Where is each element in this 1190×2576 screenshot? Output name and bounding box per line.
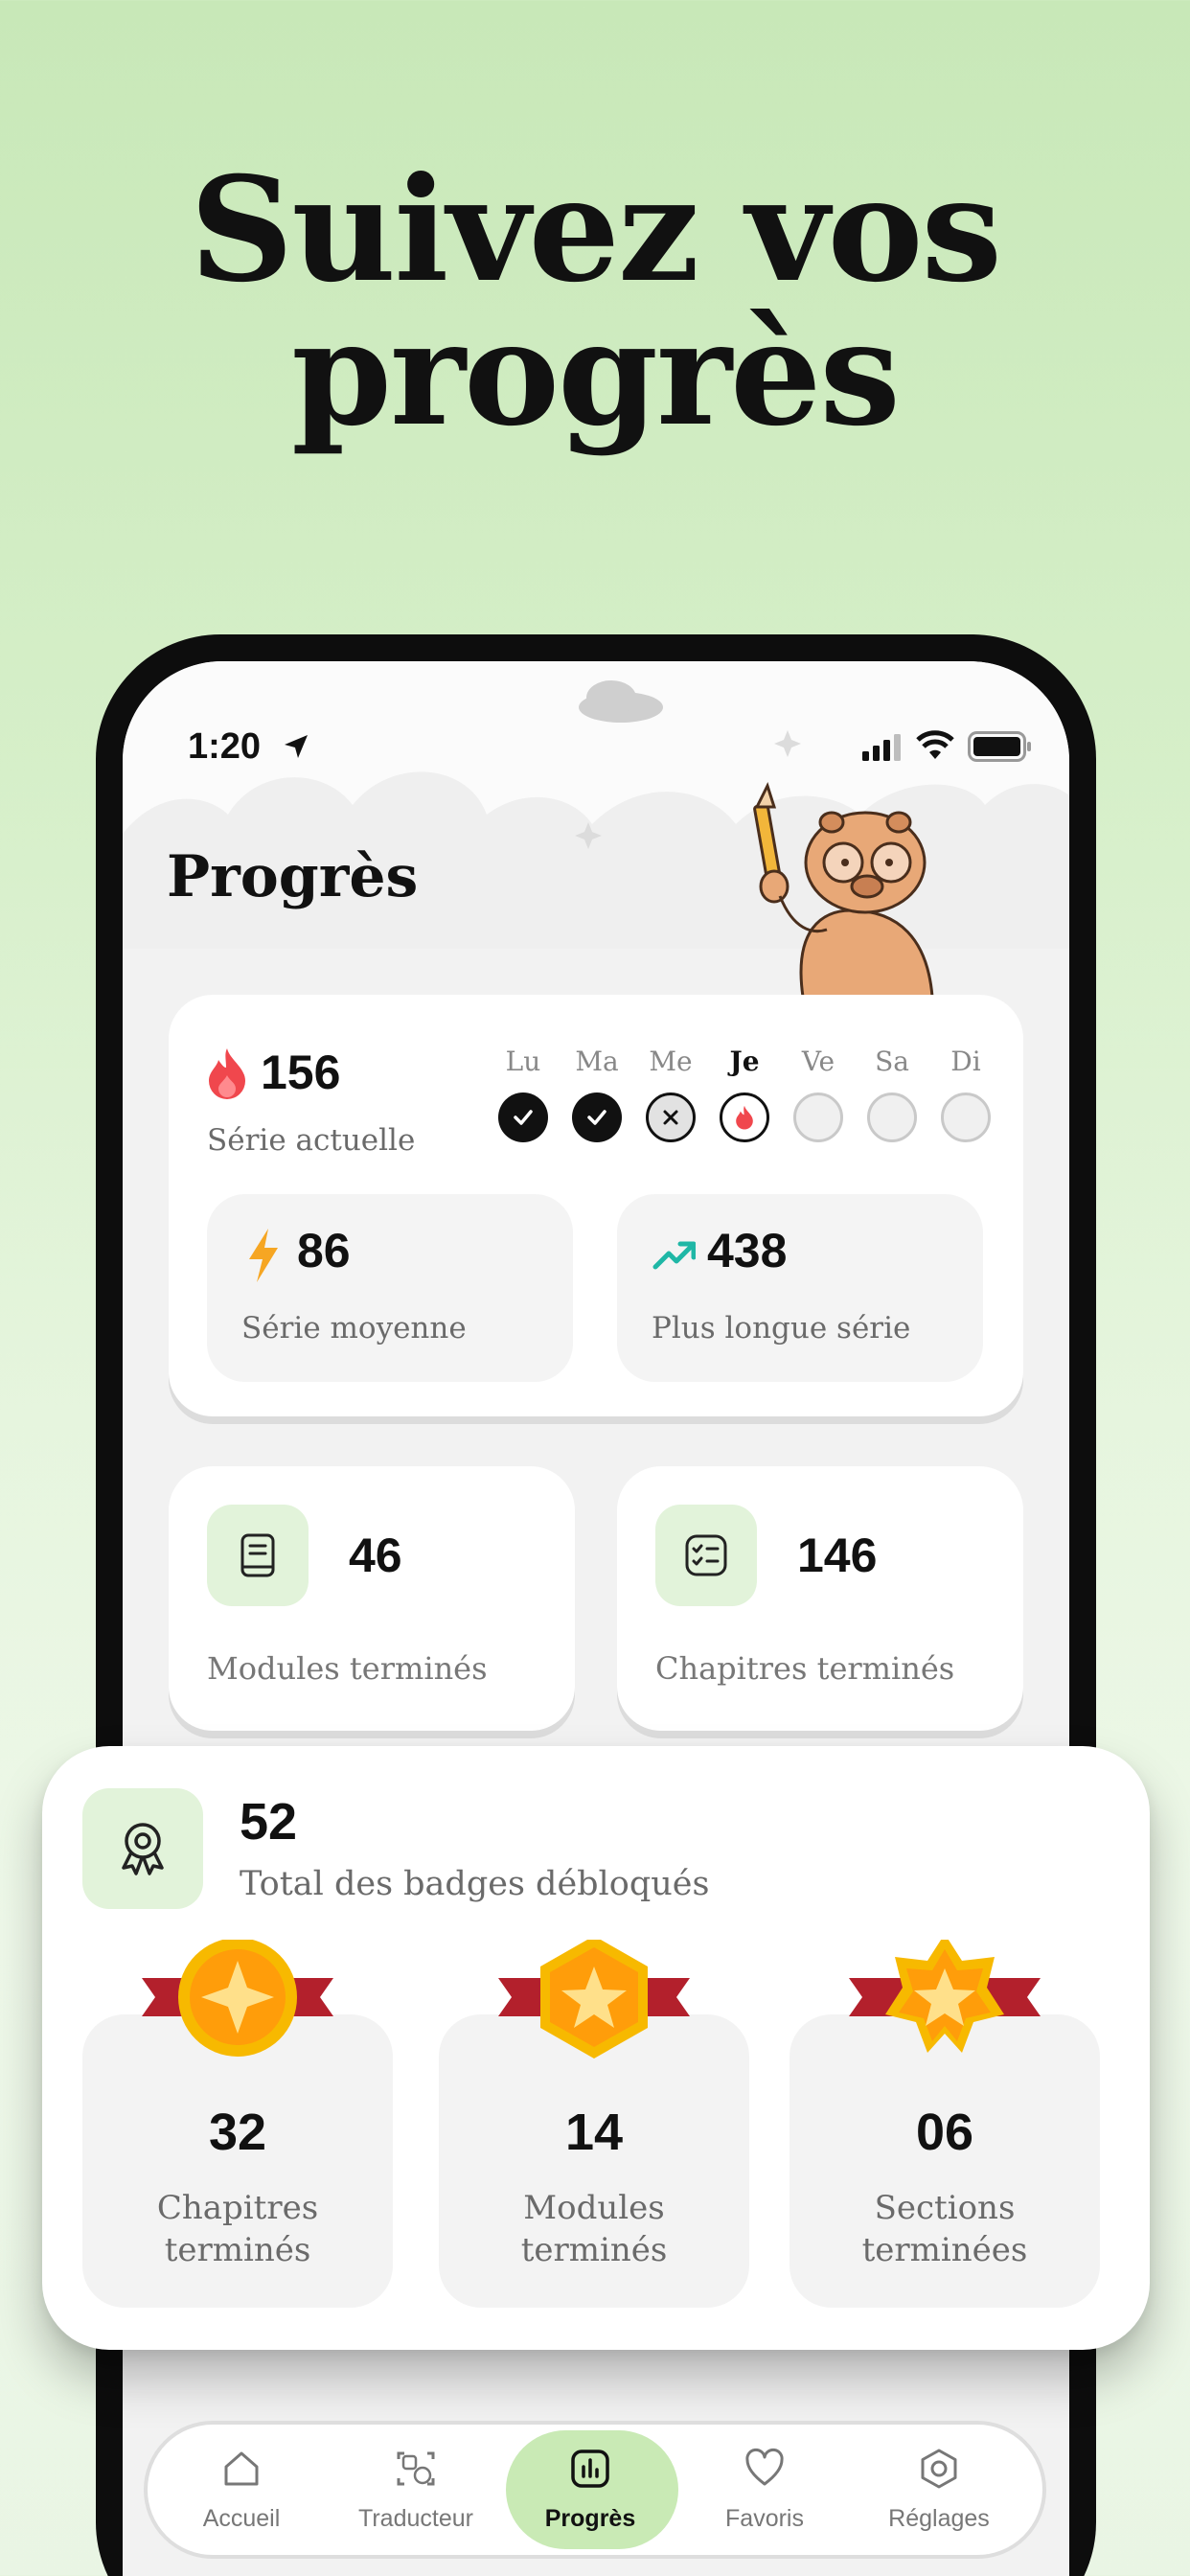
longest-streak-label: Plus longue série bbox=[652, 1311, 911, 1346]
day-complete-indicator bbox=[498, 1092, 548, 1142]
longest-streak-panel: 438 Plus longue série bbox=[617, 1194, 983, 1382]
current-streak-value: 156 bbox=[261, 1046, 341, 1099]
x-icon bbox=[663, 1110, 678, 1125]
page-title: Progrès bbox=[167, 843, 419, 910]
day-complete-indicator bbox=[572, 1092, 622, 1142]
badge-sections[interactable]: 06 Sections terminées bbox=[790, 1940, 1100, 2308]
modules-completed-card[interactable]: 46 Modules terminés bbox=[169, 1466, 575, 1731]
day-thursday: Je bbox=[716, 1043, 773, 1142]
checklist-icon bbox=[685, 1534, 727, 1576]
tab-home[interactable]: Accueil bbox=[155, 2425, 328, 2555]
day-friday: Ve bbox=[790, 1043, 847, 1142]
flame-icon bbox=[736, 1105, 753, 1130]
badges-total-value: 52 bbox=[240, 1793, 298, 1851]
tab-label: Réglages bbox=[888, 2505, 990, 2532]
modules-completed-value: 46 bbox=[349, 1529, 402, 1582]
capybara-mascot-illustration bbox=[753, 782, 934, 997]
chapters-completed-value: 146 bbox=[797, 1529, 878, 1582]
tab-label: Traducteur bbox=[358, 2505, 473, 2532]
badge-chapters-label: Chapitres terminés bbox=[82, 2187, 393, 2271]
badge-label-line-2: terminés bbox=[520, 2231, 668, 2269]
current-streak-label: Série actuelle bbox=[207, 1123, 416, 1158]
check-icon bbox=[514, 1110, 533, 1125]
day-label: Lu bbox=[505, 1046, 541, 1077]
settings-icon bbox=[921, 2449, 957, 2489]
trending-up-icon bbox=[652, 1241, 696, 1270]
day-label: Me bbox=[649, 1046, 693, 1077]
chart-icon bbox=[571, 2450, 609, 2488]
translate-icon bbox=[397, 2451, 435, 2486]
average-streak-label: Série moyenne bbox=[241, 1311, 467, 1346]
badge-label-line-1: Modules bbox=[523, 2189, 665, 2227]
tab-label: Accueil bbox=[202, 2505, 281, 2532]
day-wednesday: Me bbox=[642, 1043, 699, 1142]
badge-chapters[interactable]: 32 Chapitres terminés bbox=[82, 1940, 393, 2308]
location-arrow-icon bbox=[285, 735, 308, 758]
tab-settings[interactable]: Réglages bbox=[853, 2425, 1025, 2555]
heart-icon bbox=[745, 2448, 784, 2486]
day-saturday: Sa bbox=[863, 1043, 921, 1142]
badges-total-label: Total des badges débloqués bbox=[240, 1865, 710, 1903]
battery-icon bbox=[968, 731, 1031, 762]
cellular-signal-icon bbox=[862, 734, 901, 761]
chapters-completed-label: Chapitres terminés bbox=[655, 1650, 955, 1687]
day-label: Sa bbox=[875, 1046, 909, 1077]
headline: Suivez vos progrès bbox=[0, 158, 1190, 446]
day-label: Ma bbox=[575, 1046, 619, 1077]
headline-line-1: Suivez vos bbox=[189, 146, 1002, 314]
longest-streak-value: 438 bbox=[707, 1224, 788, 1277]
weekly-calendar: Lu Ma Me Je Ve Sa Di bbox=[494, 1043, 1012, 1158]
award-ribbon-icon bbox=[122, 1823, 164, 1875]
streak-card: 156 Série actuelle Lu Ma Me Je Ve Sa Di … bbox=[169, 995, 1023, 1416]
badge-sections-value: 06 bbox=[915, 2104, 974, 2161]
badge-label-line-2: terminés bbox=[164, 2231, 311, 2269]
modules-icon-tile bbox=[207, 1505, 309, 1606]
flame-icon bbox=[209, 1048, 245, 1099]
tab-progress[interactable]: Progrès bbox=[504, 2425, 678, 2555]
badges-icon-tile bbox=[82, 1788, 203, 1909]
chapters-icon-tile bbox=[655, 1505, 757, 1606]
badge-modules-value: 14 bbox=[564, 2104, 624, 2161]
badge-modules-label: Modules terminés bbox=[439, 2187, 749, 2271]
modules-completed-label: Modules terminés bbox=[207, 1650, 488, 1687]
book-icon bbox=[240, 1533, 275, 1577]
tab-favorites[interactable]: Favoris bbox=[678, 2425, 851, 2555]
wifi-icon bbox=[916, 730, 954, 759]
check-icon bbox=[587, 1110, 606, 1125]
gold-medal-icon bbox=[142, 1940, 333, 2057]
average-streak-value: 86 bbox=[297, 1224, 351, 1277]
day-empty-indicator bbox=[867, 1092, 917, 1142]
badge-chapters-value: 32 bbox=[208, 2104, 267, 2161]
day-missed-indicator bbox=[646, 1092, 696, 1142]
badge-label-line-1: Chapitres bbox=[156, 2189, 319, 2227]
day-monday: Lu bbox=[494, 1043, 552, 1142]
day-empty-indicator bbox=[941, 1092, 991, 1142]
day-today-indicator bbox=[720, 1092, 769, 1142]
badge-sections-label: Sections terminées bbox=[790, 2187, 1100, 2271]
day-label-current: Je bbox=[729, 1046, 760, 1077]
badge-label-line-1: Sections bbox=[874, 2189, 1016, 2227]
home-icon bbox=[224, 2451, 259, 2486]
status-bar: 1:20 bbox=[123, 661, 1069, 776]
day-label: Di bbox=[950, 1046, 981, 1077]
day-empty-indicator bbox=[793, 1092, 843, 1142]
average-streak-panel: 86 Série moyenne bbox=[207, 1194, 573, 1382]
bottom-tab-bar: Accueil Traducteur Progrès Favoris Régla… bbox=[144, 2421, 1046, 2559]
day-label: Ve bbox=[801, 1046, 835, 1077]
headline-line-2: progrès bbox=[291, 289, 901, 458]
gold-star-medal-icon bbox=[849, 1940, 1041, 2053]
chapters-completed-card[interactable]: 146 Chapitres terminés bbox=[617, 1466, 1023, 1731]
tab-label: Favoris bbox=[725, 2505, 804, 2532]
badges-card[interactable]: 52 Total des badges débloqués 32 Chapitr… bbox=[42, 1746, 1150, 2350]
status-time: 1:20 bbox=[188, 726, 262, 767]
gold-hexagon-medal-icon bbox=[498, 1940, 690, 2058]
tab-translator[interactable]: Traducteur bbox=[330, 2425, 502, 2555]
badge-label-line-2: terminées bbox=[861, 2231, 1028, 2269]
day-tuesday: Ma bbox=[568, 1043, 626, 1142]
lightning-bolt-icon bbox=[249, 1229, 278, 1282]
tab-label: Progrès bbox=[544, 2505, 636, 2532]
badge-modules[interactable]: 14 Modules terminés bbox=[439, 1940, 749, 2308]
day-sunday: Di bbox=[937, 1043, 995, 1142]
